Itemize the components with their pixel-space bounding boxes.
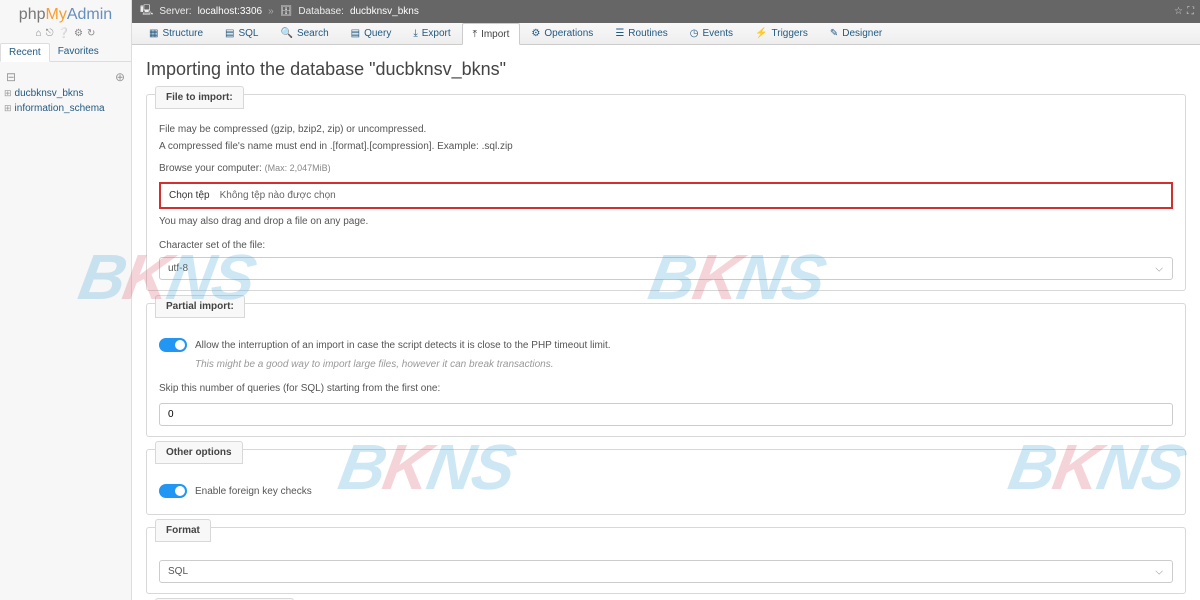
browse-label: Browse your computer: bbox=[159, 163, 262, 174]
charset-label: Character set of the file: bbox=[159, 239, 1173, 253]
allow-interrupt-toggle[interactable] bbox=[159, 338, 187, 352]
tab-triggers[interactable]: ⚡ Triggers bbox=[744, 23, 819, 44]
fk-label: Enable foreign key checks bbox=[195, 486, 312, 497]
search-icon: 🔍 bbox=[281, 28, 293, 39]
tab-label: Structure bbox=[162, 28, 203, 39]
sep: » bbox=[268, 6, 274, 17]
fullscreen-icon[interactable]: ⛶ bbox=[1187, 6, 1194, 17]
file-import-box: File to import: File may be compressed (… bbox=[146, 94, 1186, 291]
compress-hint1: File may be compressed (gzip, bzip2, zip… bbox=[159, 123, 1173, 137]
designer-icon: ✎ bbox=[830, 28, 838, 39]
tab-label: Routines bbox=[628, 28, 667, 39]
breadcrumb: 🖳 Server: localhost:3306 » 🗄 Database: d… bbox=[132, 0, 1200, 23]
tab-favorites[interactable]: Favorites bbox=[50, 43, 107, 61]
tab-import[interactable]: ⤒ Import bbox=[462, 23, 521, 45]
server-label: Server: bbox=[159, 6, 191, 17]
partial-legend: Partial import: bbox=[155, 295, 245, 318]
logo[interactable]: phpMyAdmin bbox=[0, 0, 131, 26]
settings-icon[interactable]: ⚙ bbox=[74, 28, 83, 39]
nav-tabs: ▦ Structure ▤ SQL 🔍 Search ▤ Query ⤓ Export ⤒… bbox=[132, 23, 1200, 45]
db-tree: ⊟ ⊕ ⊞ ducbknsv_bkns ⊞ information_schema bbox=[0, 62, 131, 122]
server-link[interactable]: localhost:3306 bbox=[198, 6, 263, 17]
tree-db1[interactable]: ⊞ ducbknsv_bkns bbox=[4, 86, 127, 101]
tab-events[interactable]: ◷Events bbox=[679, 23, 744, 44]
other-legend: Other options bbox=[155, 441, 243, 464]
tab-export[interactable]: ⤓ Export bbox=[402, 23, 461, 44]
tab-label: Designer bbox=[842, 28, 882, 39]
db-label: Database: bbox=[298, 6, 344, 17]
home-icon[interactable]: ⌂ bbox=[36, 28, 42, 39]
events-icon: ◷ bbox=[690, 28, 699, 39]
logo-php: php bbox=[19, 6, 46, 23]
operations-icon: ⚙ bbox=[531, 28, 540, 39]
tab-label: SQL bbox=[238, 28, 258, 39]
no-file-text: Không tệp nào được chọn bbox=[220, 190, 336, 201]
db-link[interactable]: ducbknsv_bkns bbox=[350, 6, 419, 17]
sql-icon: ▤ bbox=[225, 28, 234, 39]
reload-icon[interactable]: ↻ bbox=[87, 28, 95, 39]
fk-toggle[interactable] bbox=[159, 484, 187, 498]
triggers-icon: ⚡ bbox=[755, 28, 767, 39]
tab-query[interactable]: ▤ Query bbox=[340, 23, 403, 44]
file-chooser[interactable]: Chọn tệp Không tệp nào được chọn bbox=[159, 182, 1173, 209]
interrupt-hint: This might be a good way to import large… bbox=[195, 358, 1173, 372]
import-icon: ⤒ bbox=[473, 29, 477, 40]
format-legend: Format bbox=[155, 519, 211, 542]
tab-label: Import bbox=[481, 29, 509, 40]
server-icon: 🖳 bbox=[140, 3, 153, 20]
tab-operations[interactable]: ⚙ Operations bbox=[520, 23, 604, 44]
tab-label: Triggers bbox=[772, 28, 808, 39]
expand-icon[interactable]: ⊕ bbox=[115, 70, 125, 84]
skip-label: Skip this number of queries (for SQL) st… bbox=[159, 382, 1173, 396]
file-import-legend: File to import: bbox=[155, 86, 244, 109]
partial-import-box: Partial import: Allow the interruption o… bbox=[146, 303, 1186, 437]
content: Importing into the database "ducbknsv_bk… bbox=[132, 45, 1200, 600]
tab-designer[interactable]: ✎ Designer bbox=[819, 23, 893, 44]
routines-icon: ☰ bbox=[615, 28, 624, 39]
tab-label: Events bbox=[702, 28, 733, 39]
allow-interrupt-label: Allow the interruption of an import in c… bbox=[195, 340, 611, 351]
collapse-icon[interactable]: ⊟ bbox=[6, 70, 16, 84]
max-size: (Max: 2,047MiB) bbox=[265, 163, 331, 173]
plus-icon: ⊞ bbox=[4, 88, 12, 99]
tab-routines[interactable]: ☰ Routines bbox=[604, 23, 678, 44]
choose-file-button[interactable]: Chọn tệp bbox=[169, 190, 210, 201]
logout-icon[interactable]: ⎋ bbox=[46, 28, 54, 39]
tree-db2[interactable]: ⊞ information_schema bbox=[4, 101, 127, 116]
tab-search[interactable]: 🔍 Search bbox=[270, 23, 340, 44]
tab-label: Export bbox=[422, 28, 451, 39]
logo-my: My bbox=[46, 6, 67, 23]
export-icon: ⤓ bbox=[413, 28, 417, 39]
tab-recent[interactable]: Recent bbox=[0, 43, 50, 62]
tab-label: Query bbox=[364, 28, 391, 39]
star-icon[interactable]: ☆ bbox=[1174, 6, 1183, 17]
format-select[interactable]: SQL bbox=[159, 560, 1173, 583]
compress-hint2: A compressed file's name must end in .[f… bbox=[159, 140, 1173, 154]
sidebar: phpMyAdmin ⌂ ⎋ ❔ ⚙ ↻ Recent Favorites ⊟ … bbox=[0, 0, 132, 600]
format-box: Format SQL bbox=[146, 527, 1186, 594]
docs-icon[interactable]: ❔ bbox=[58, 28, 70, 39]
tab-sql[interactable]: ▤ SQL bbox=[214, 23, 269, 44]
tab-label: Operations bbox=[544, 28, 593, 39]
db-name: ducbknsv_bkns bbox=[15, 88, 84, 99]
skip-input[interactable] bbox=[159, 403, 1173, 426]
query-icon: ▤ bbox=[351, 28, 360, 39]
main: 🖳 Server: localhost:3306 » 🗄 Database: d… bbox=[132, 0, 1200, 600]
plus-icon: ⊞ bbox=[4, 103, 12, 114]
page-title: Importing into the database "ducbknsv_bk… bbox=[146, 59, 1186, 80]
tab-label: Search bbox=[297, 28, 329, 39]
structure-icon: ▦ bbox=[149, 28, 158, 39]
sidebar-toolbar: ⌂ ⎋ ❔ ⚙ ↻ bbox=[0, 26, 131, 43]
sidebar-tabs: Recent Favorites bbox=[0, 43, 131, 62]
db-icon: 🗄 bbox=[280, 6, 293, 17]
drag-hint: You may also drag and drop a file on any… bbox=[159, 215, 1173, 229]
logo-admin: Admin bbox=[67, 6, 112, 23]
tab-structure[interactable]: ▦ Structure bbox=[138, 23, 214, 44]
other-options-box: Other options Enable foreign key checks bbox=[146, 449, 1186, 515]
db-name: information_schema bbox=[15, 103, 105, 114]
charset-select[interactable]: utf-8 bbox=[159, 257, 1173, 280]
